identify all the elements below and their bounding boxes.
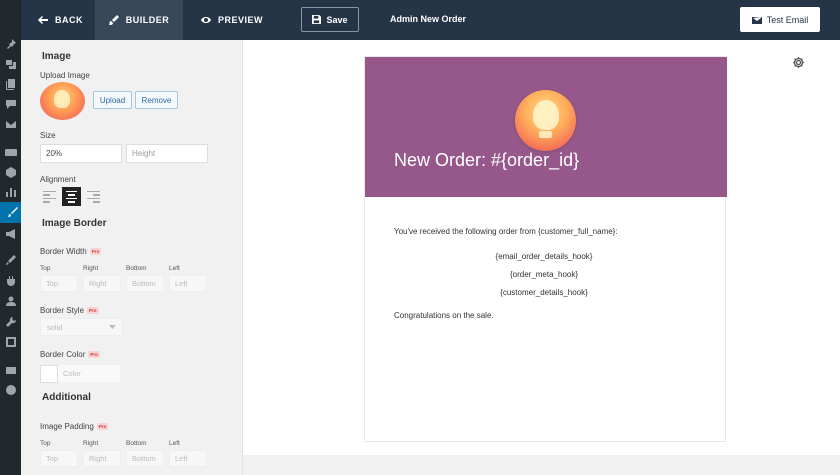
border-color-label: Border Color Pro [40,350,100,359]
save-button[interactable]: Save [301,7,359,32]
arrow-left-icon [38,16,48,24]
border-style-label: Border Style Pro [40,306,99,315]
image-thumbnail [40,82,85,120]
test-email-label: Test Email [766,14,809,25]
image-padding-label: Image Padding Pro [40,422,109,431]
color-swatch[interactable] [40,365,58,383]
pro-badge: Pro [89,248,102,256]
bottom-label: Bottom [126,265,147,272]
additional-section-title: Additional [42,392,91,403]
email-canvas: New Order: #{order_id} You've received t… [243,40,840,455]
left-label: Left [169,265,180,272]
padding-left-label: Left [169,440,180,447]
envelope-icon [751,16,762,24]
border-style-value: solid [47,322,63,332]
border-style-text: Border Style [40,306,85,315]
comments-icon[interactable] [4,98,17,111]
lightbulb-icon [54,90,70,108]
border-left-input[interactable]: Left [169,275,207,292]
upload-image-label: Upload Image [40,71,90,80]
email-log-icon[interactable] [4,364,17,377]
padding-right-label: Right [83,440,99,447]
border-top-input[interactable]: Top [40,275,78,292]
appearance-icon[interactable] [4,254,17,267]
intro-text: You've received the following order from… [394,227,618,236]
image-padding-text: Image Padding [40,422,94,431]
closing-text: Congratulations on the sale. [394,311,494,320]
users-icon[interactable] [4,295,17,308]
align-right-option[interactable] [84,187,103,206]
color-input[interactable]: Color [58,365,120,382]
media-icon[interactable] [4,58,17,71]
pin-icon[interactable] [4,38,17,51]
header-image[interactable] [515,90,576,151]
canvas-footer [243,455,840,475]
builder-toolbar: BACK BUILDER PREVIEW Save Admin New Orde… [21,0,840,40]
marketing-icon[interactable] [4,228,17,241]
padding-top-label: Top [40,440,51,447]
order-details-hook: {email_order_details_hook} [495,252,593,261]
padding-top-input[interactable]: Top [40,450,78,467]
lightbulb-icon [533,100,559,130]
analytics-icon[interactable] [4,186,17,199]
collapse-icon[interactable] [4,384,17,397]
email-preview[interactable]: New Order: #{order_id} You've received t… [364,56,727,442]
brush-icon [108,15,119,25]
padding-bottom-label: Bottom [126,440,147,447]
right-label: Right [83,265,99,272]
preview-tab[interactable]: PREVIEW [201,0,263,40]
test-email-button[interactable]: Test Email [740,7,820,32]
alignment-label: Alignment [40,175,76,184]
border-style-select[interactable]: solid [40,318,123,336]
settings-panel: Image Upload Image Upload Remove Size 20… [21,40,243,475]
remove-button[interactable]: Remove [135,91,178,109]
pro-badge: Pro [87,307,99,315]
preview-label: PREVIEW [218,15,264,25]
tools-icon[interactable] [4,316,17,329]
align-center-option[interactable] [62,187,81,206]
height-input[interactable]: Height [126,144,208,163]
image-border-section-title: Image Border [42,218,107,229]
builder-tab[interactable]: BUILDER [95,0,183,40]
border-color-text: Border Color [40,350,86,359]
woo-icon[interactable] [4,146,17,159]
builder-label: BUILDER [125,15,170,25]
floppy-icon [312,15,322,24]
top-label: Top [40,265,51,272]
width-input[interactable]: 20% [40,144,122,163]
border-right-input[interactable]: Right [83,275,121,292]
size-label: Size [40,131,56,140]
border-width-label: Border Width Pro [40,247,102,256]
email-header[interactable]: New Order: #{order_id} [365,57,727,197]
settings-icon[interactable] [4,336,17,349]
order-meta-hook: {order_meta_hook} [509,270,579,279]
back-label: BACK [55,15,83,25]
pro-badge: Pro [88,351,100,359]
chevron-down-icon [109,325,116,329]
save-label: Save [326,14,348,25]
eye-icon [201,17,211,23]
pro-badge: Pro [96,423,109,431]
gear-icon[interactable] [792,56,805,69]
back-button[interactable]: BACK [38,0,83,40]
alignment-options [40,187,103,206]
plugins-icon[interactable] [4,275,17,288]
lightbulb-base [539,131,552,138]
upload-button[interactable]: Upload [93,91,132,109]
email-heading[interactable]: New Order: #{order_id} [394,150,579,171]
page-title: Admin New Order [390,14,467,24]
mail-icon[interactable] [4,118,17,131]
padding-right-input[interactable]: Right [83,450,121,467]
pages-icon[interactable] [4,78,17,91]
border-width-text: Border Width [40,247,87,256]
brush-icon[interactable] [0,202,21,223]
products-icon[interactable] [4,166,17,179]
image-section-title: Image [42,51,71,62]
wp-admin-menu [0,0,21,475]
padding-left-input[interactable]: Left [169,450,207,467]
customer-details-hook: {customer_details_hook} [500,288,588,297]
padding-bottom-input[interactable]: Bottom [126,450,164,467]
align-left-option[interactable] [40,187,59,206]
border-bottom-input[interactable]: Bottom [126,275,164,292]
